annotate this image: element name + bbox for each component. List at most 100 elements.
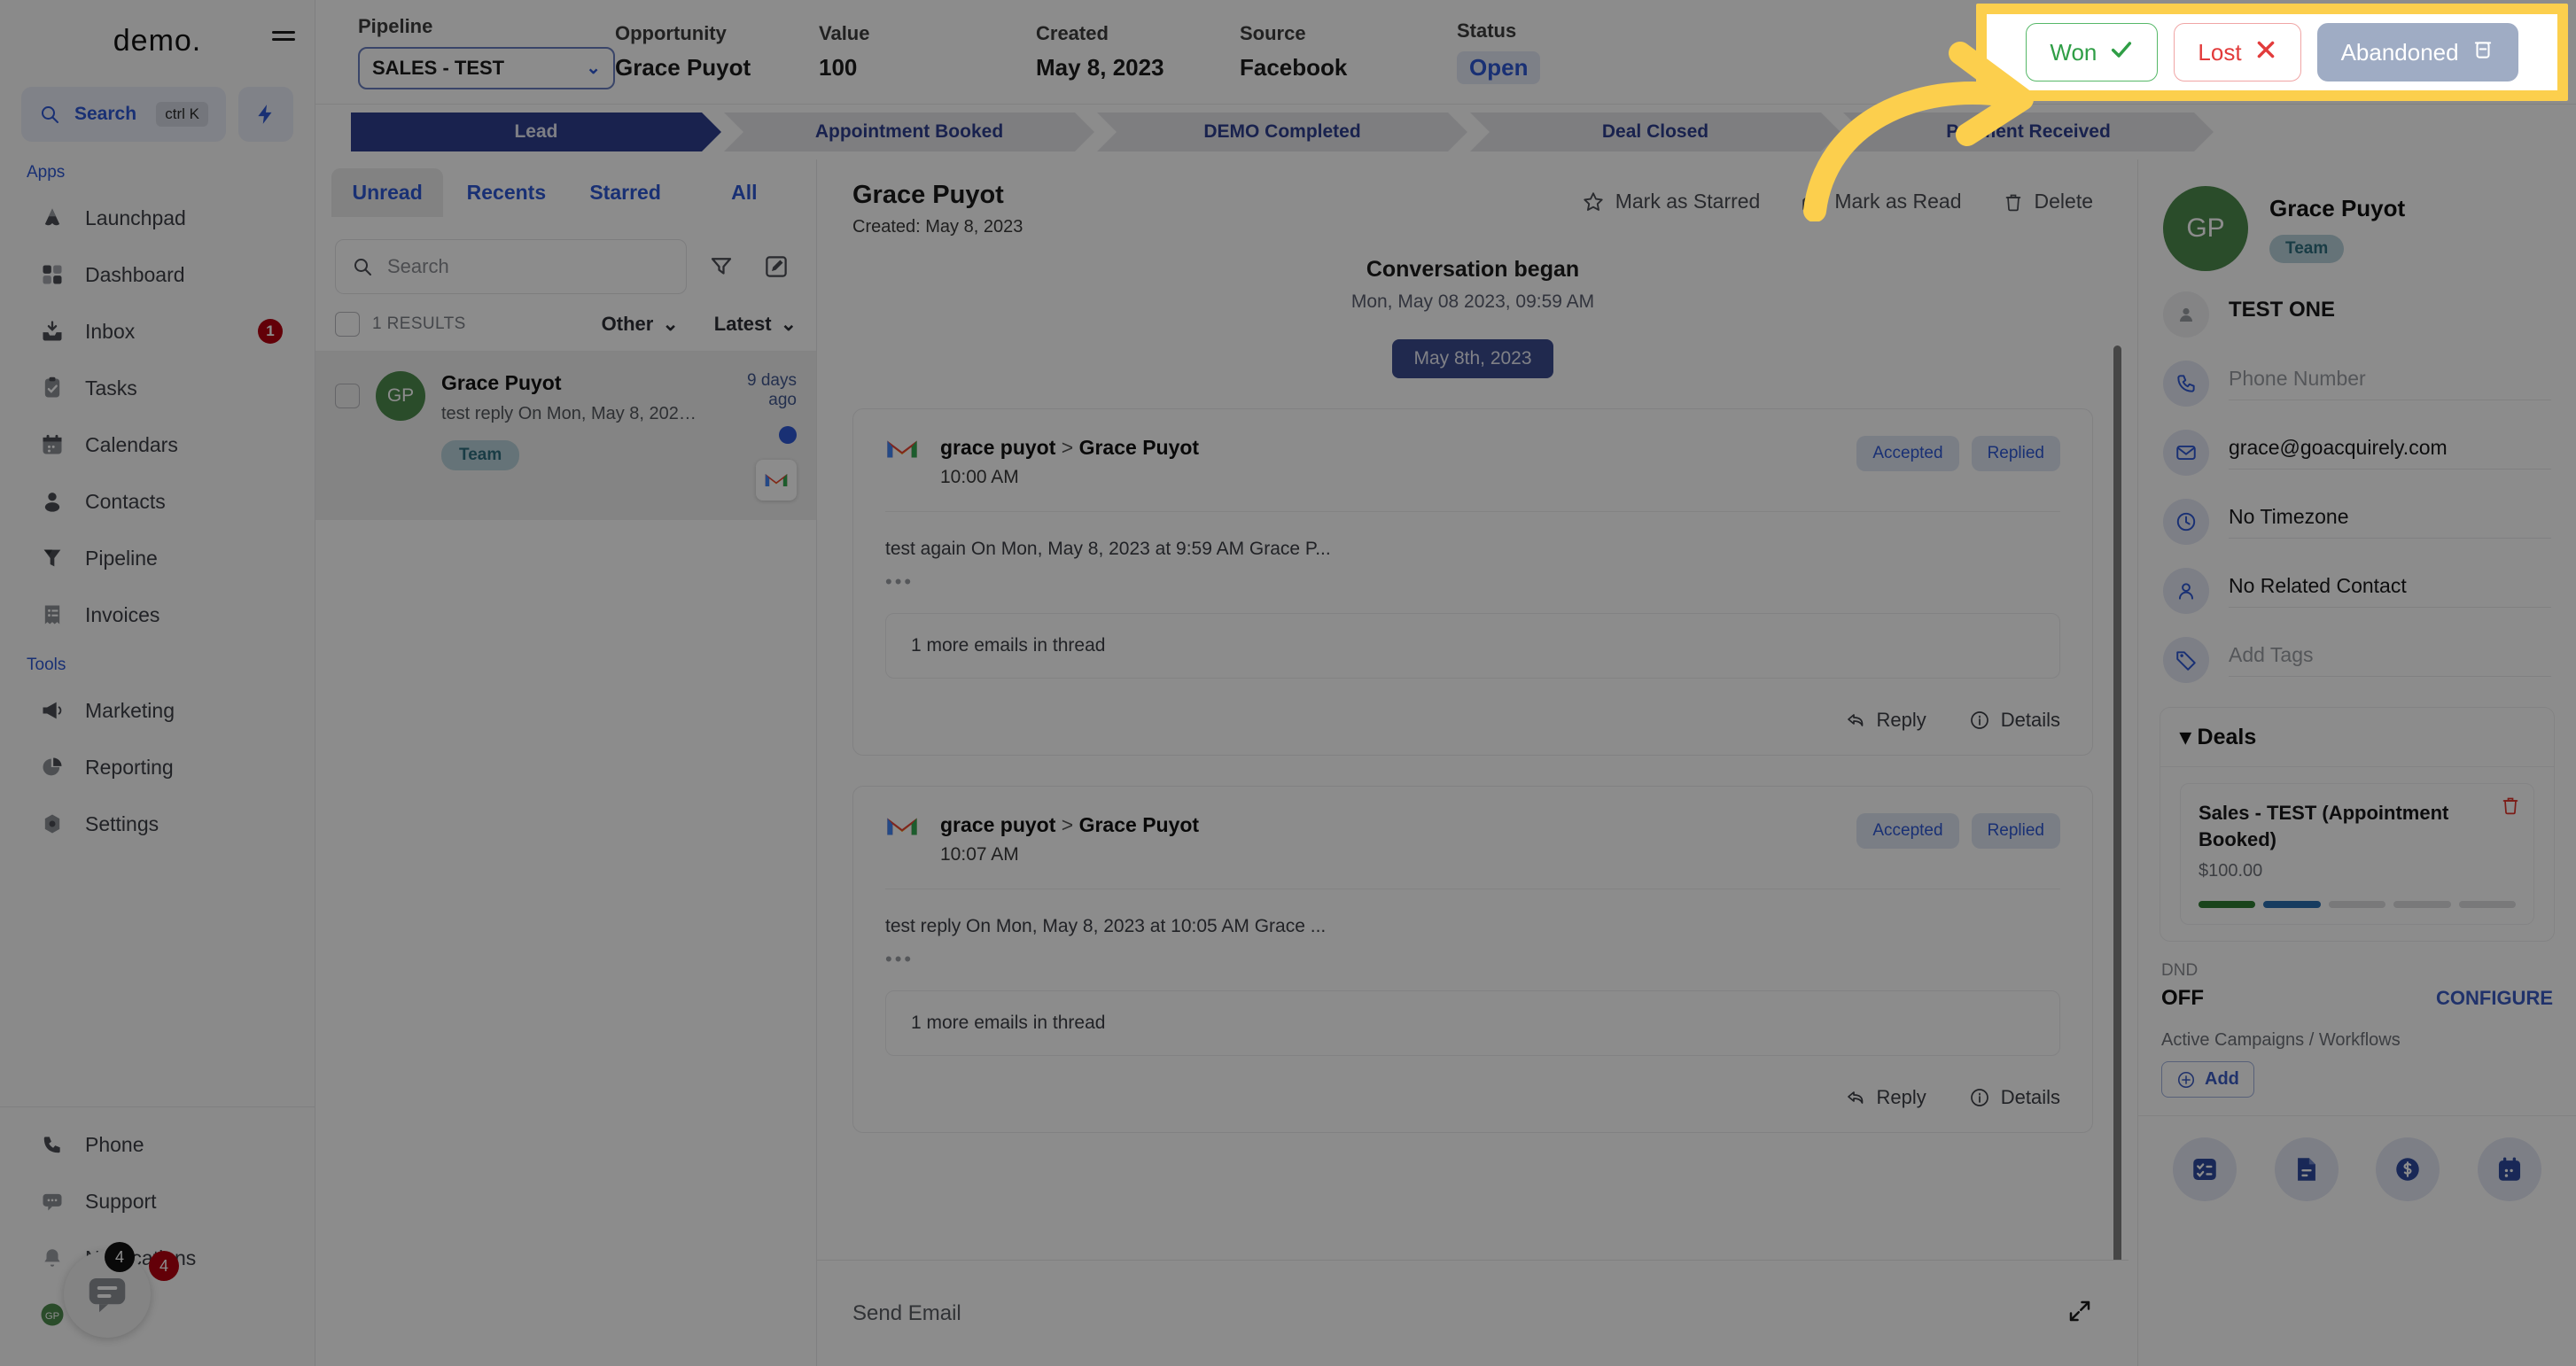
message-composer[interactable]: Send Email [817,1260,2129,1366]
field-value: Grace Puyot [615,54,751,81]
message-from: grace puyot [940,813,1056,836]
plus-circle-icon [2177,1071,2195,1088]
launchpad-icon [39,205,66,231]
expand-composer-button[interactable] [2066,1298,2093,1329]
quick-action-document[interactable] [2274,1137,2339,1202]
star-icon [1584,191,1603,211]
expand-quoted-text-icon[interactable]: ••• [885,948,2060,971]
contact-tags-row[interactable]: Add Tags [2138,625,2576,695]
quick-actions-button[interactable] [238,87,293,142]
expand-quoted-text-icon[interactable]: ••• [885,570,2060,594]
sidebar-item-label: Contacts [85,489,166,513]
contact-owner-row[interactable]: TEST ONE [2138,280,2576,349]
phone-input[interactable]: Phone Number [2229,367,2551,400]
stage-appointment-booked[interactable]: Appointment Booked [724,113,1094,151]
stage-lead[interactable]: Lead [351,113,721,151]
sidebar-item-label: Pipeline [85,546,158,570]
message-footer: Reply Details [885,709,2060,732]
task-list-icon [2193,1159,2216,1181]
details-button[interactable]: Details [1969,709,2060,732]
reply-button[interactable]: Reply [1845,709,1926,732]
reply-button[interactable]: Reply [1845,1086,1926,1109]
email-input[interactable]: grace@goacquirely.com [2229,436,2551,470]
contact-timezone-row[interactable]: No Timezone [2138,487,2576,556]
filter-type-select[interactable]: Other ⌄ [602,313,679,336]
quick-action-calendar[interactable] [2477,1137,2541,1202]
began-date: Mon, May 08 2023, 09:59 AM [1350,291,1595,312]
sidebar-item-calendars[interactable]: Calendars [0,416,315,473]
filter-sort-value: Latest [713,313,772,335]
deal-progress [2199,901,2517,909]
gmail-icon [885,436,921,464]
add-campaign-button[interactable]: Add [2161,1061,2254,1098]
timezone-value[interactable]: No Timezone [2229,505,2551,539]
row-checkbox[interactable] [335,384,360,408]
filter-sort-select[interactable]: Latest ⌄ [714,313,797,336]
related-contact-value[interactable]: No Related Contact [2229,574,2551,608]
search-input[interactable]: Search ctrl K [21,87,226,142]
delete-deal-icon[interactable] [2500,795,2521,820]
message-to: Grace Puyot [1078,436,1200,459]
sidebar-item-contacts[interactable]: Contacts [0,473,315,530]
conversation-search-input[interactable]: Search [335,239,687,294]
thread-more-button[interactable]: 1 more emails in thread [885,990,2060,1056]
compose-button[interactable] [756,246,797,287]
sidebar-item-invoices[interactable]: Invoices [0,586,315,643]
deals-header[interactable]: ▾ Deals [2160,708,2554,767]
campaigns-section: Active Campaigns / Workflows Add [2138,1011,2576,1098]
sidebar-item-tasks[interactable]: Tasks [0,360,315,416]
support-badge-primary: 4 [149,1251,179,1281]
tab-all[interactable]: All [689,168,800,217]
sidebar-item-inbox[interactable]: Inbox 1 [0,303,315,360]
mark-as-starred-button[interactable]: Mark as Starred [1582,190,1760,213]
collapse-sidebar-icon[interactable] [265,27,295,57]
field-caption: Value [819,22,870,44]
contact-phone-row[interactable]: Phone Number [2138,349,2576,418]
sidebar-item-reporting[interactable]: Reporting [0,739,315,796]
calendar-icon [39,431,66,458]
avatar-icon: GP [39,1301,66,1328]
add-label: Add [2205,1069,2239,1090]
sidebar-item-profile[interactable]: GP Profile [0,1286,315,1343]
dnd-value: OFF [2161,986,2204,1011]
pipeline-select[interactable]: SALES - TEST ⌄ [358,46,615,89]
thread-scrollbar[interactable] [2113,345,2121,1260]
sidebar-item-settings[interactable]: Settings [0,796,315,852]
sidebar-item-dashboard[interactable]: Dashboard [0,246,315,303]
expand-icon [2069,1300,2090,1322]
tab-unread[interactable]: Unread [331,167,444,217]
select-all-checkbox[interactable] [335,312,360,337]
tab-recents[interactable]: Recents [450,168,562,217]
search-icon [42,106,58,123]
sidebar-item-phone[interactable]: Phone [0,1116,315,1173]
gear-icon [39,811,66,837]
quick-action-tasks[interactable] [2173,1137,2237,1202]
message-to: Grace Puyot [1078,813,1200,836]
tags-input[interactable]: Add Tags [2229,643,2551,677]
conversation-created: Created: May 8, 2023 [852,217,1023,237]
details-button[interactable]: Details [1969,1086,2060,1109]
action-label: Reply [1876,1086,1926,1108]
lost-button[interactable]: Lost [2174,23,2301,81]
abandoned-button[interactable]: Abandoned [2316,23,2518,81]
contact-related-row[interactable]: No Related Contact [2138,556,2576,625]
contact-email-row[interactable]: grace@goacquirely.com [2138,418,2576,487]
sidebar-item-launchpad[interactable]: Launchpad [0,190,315,246]
sidebar-item-marketing[interactable]: Marketing [0,682,315,739]
thread-more-button[interactable]: 1 more emails in thread [885,613,2060,679]
deal-card[interactable]: Sales - TEST (Appointment Booked) $100.0… [2180,783,2534,926]
list-item[interactable]: GP Grace Puyot test reply On Mon, May 8,… [315,352,816,520]
list-item-main: Grace Puyot test reply On Mon, May 8, 20… [441,371,701,501]
dnd-section: DND OFF CONFIGURE [2138,942,2576,1011]
dnd-configure-button[interactable]: CONFIGURE [2436,987,2553,1010]
sidebar-item-pipeline[interactable]: Pipeline [0,530,315,586]
deals-section: ▾ Deals Sales - TEST (Appointment Booked… [2160,707,2555,943]
tab-starred[interactable]: Starred [570,168,681,217]
filter-button[interactable] [701,246,742,287]
quick-action-payment[interactable] [2376,1137,2440,1202]
message-status-tags: Accepted Replied [1856,436,2060,471]
sidebar-search-row: Search ctrl K [0,81,315,151]
sidebar-item-support[interactable]: Support [0,1173,315,1230]
stage-demo-completed[interactable]: DEMO Completed [1097,113,1467,151]
quick-action-bar [2138,1115,2576,1222]
